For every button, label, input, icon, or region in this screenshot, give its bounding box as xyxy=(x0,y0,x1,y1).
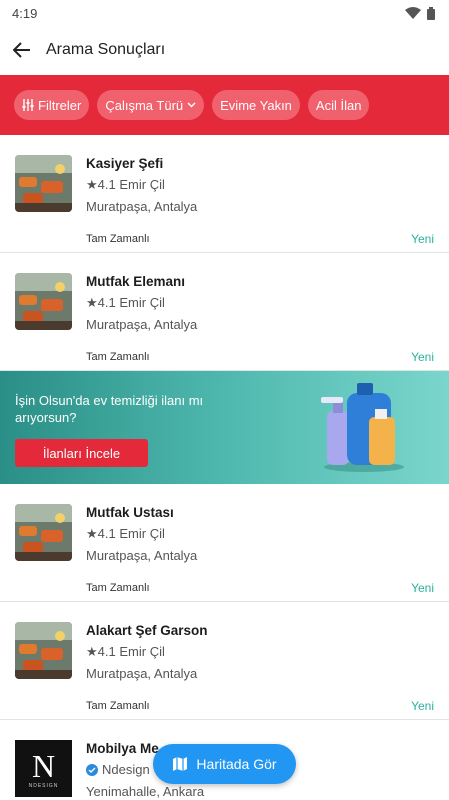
new-badge: Yeni xyxy=(411,581,434,595)
status-icons xyxy=(405,6,435,20)
job-company: Ndesign xyxy=(102,762,150,777)
logo-letter: N xyxy=(31,747,56,784)
cleaning-bottles-illustration xyxy=(321,383,404,472)
job-company: Emir Çil xyxy=(119,644,165,659)
map-icon xyxy=(173,757,188,771)
job-thumbnail xyxy=(15,273,72,330)
company-logo: N NDESIGN xyxy=(15,740,72,797)
job-rating-row: ★ 4.1 Emir Çil xyxy=(86,524,434,543)
job-type: Tam Zamanlı xyxy=(86,233,150,245)
job-rating-row: ★ 4.1 Emir Çil xyxy=(86,293,434,312)
wifi-icon xyxy=(405,7,421,19)
job-card[interactable]: Alakart Şef Garson ★ 4.1 Emir Çil Muratpa… xyxy=(0,602,449,720)
battery-icon xyxy=(427,6,435,20)
map-button-label: Haritada Gör xyxy=(196,756,277,772)
job-card[interactable]: Mutfak Elemanı ★ 4.1 Emir Çil Muratpaşa, … xyxy=(0,253,449,371)
filter-chip-urgent[interactable]: Acil İlan xyxy=(307,90,370,120)
job-list: Kasiyer Şefi ★ 4.1 Emir Çil Muratpaşa, An… xyxy=(0,135,449,800)
new-badge: Yeni xyxy=(411,350,434,364)
job-title: Mutfak Elemanı xyxy=(86,274,186,289)
job-title: Kasiyer Şefi xyxy=(86,156,164,171)
star-icon: ★ xyxy=(86,526,98,541)
job-company: Emir Çil xyxy=(119,526,165,541)
chip-label: Evime Yakın xyxy=(220,97,292,113)
job-type: Tam Zamanlı xyxy=(86,700,150,712)
job-location: Muratpaşa, Antalya xyxy=(86,199,198,214)
job-location: Muratpaşa, Antalya xyxy=(86,548,198,563)
new-badge: Yeni xyxy=(411,699,434,713)
chip-label: Çalışma Türü xyxy=(105,97,184,113)
job-rating: 4.1 xyxy=(97,644,116,659)
status-bar: 4:19 xyxy=(0,0,449,26)
chip-label: Filtreler xyxy=(38,97,82,113)
arrow-left-icon xyxy=(13,42,30,58)
job-rating: 4.1 xyxy=(97,295,116,310)
job-type: Tam Zamanlı xyxy=(86,351,150,363)
show-on-map-button[interactable]: Haritada Gör xyxy=(153,744,296,784)
job-rating-row: ★ 4.1 Emir Çil xyxy=(86,175,434,194)
logo-subtext: NDESIGN xyxy=(28,782,59,789)
job-title: Alakart Şef Garson xyxy=(86,623,208,638)
chevron-down-icon xyxy=(187,102,196,108)
filter-chip-near-home[interactable]: Evime Yakın xyxy=(212,90,300,120)
app-bar: Arama Sonuçları xyxy=(0,26,449,74)
filter-chip-filters[interactable]: Filtreler xyxy=(14,90,90,120)
job-title: Mutfak Ustası xyxy=(86,505,174,520)
job-company: Emir Çil xyxy=(119,295,165,310)
job-location: Yenimahalle, Ankara xyxy=(86,784,205,799)
banner-text: İşin Olsun'da ev temizliği ilanı mı arıy… xyxy=(15,393,204,425)
view-listings-button[interactable]: İlanları İncele xyxy=(15,439,148,467)
promo-banner: İşin Olsun'da ev temizliği ilanı mı arıy… xyxy=(0,371,449,484)
chip-label: Acil İlan xyxy=(315,97,362,113)
filter-chip-work-type[interactable]: Çalışma Türü xyxy=(97,90,205,120)
verified-icon xyxy=(86,763,98,776)
job-card[interactable]: Kasiyer Şefi ★ 4.1 Emir Çil Muratpaşa, An… xyxy=(0,135,449,253)
job-location: Muratpaşa, Antalya xyxy=(86,317,198,332)
job-type: Tam Zamanlı xyxy=(86,582,150,594)
star-icon: ★ xyxy=(86,295,98,310)
star-icon: ★ xyxy=(86,644,98,659)
job-location: Muratpaşa, Antalya xyxy=(86,666,198,681)
new-badge: Yeni xyxy=(411,232,434,246)
page-title: Arama Sonuçları xyxy=(46,41,166,58)
job-card[interactable]: Mutfak Ustası ★ 4.1 Emir Çil Muratpaşa, A… xyxy=(0,484,449,602)
sliders-icon xyxy=(22,99,34,111)
job-rating: 4.1 xyxy=(97,177,116,192)
job-rating: 4.1 xyxy=(97,526,116,541)
status-time: 4:19 xyxy=(12,5,38,21)
job-thumbnail xyxy=(15,155,72,212)
filter-bar: Filtreler Çalışma Türü Evime Yakın Acil … xyxy=(0,75,449,135)
job-thumbnail xyxy=(15,504,72,561)
star-icon: ★ xyxy=(86,177,98,192)
back-button[interactable] xyxy=(10,38,34,62)
job-company: Emir Çil xyxy=(119,177,165,192)
job-rating-row: ★ 4.1 Emir Çil xyxy=(86,642,434,661)
job-thumbnail xyxy=(15,622,72,679)
